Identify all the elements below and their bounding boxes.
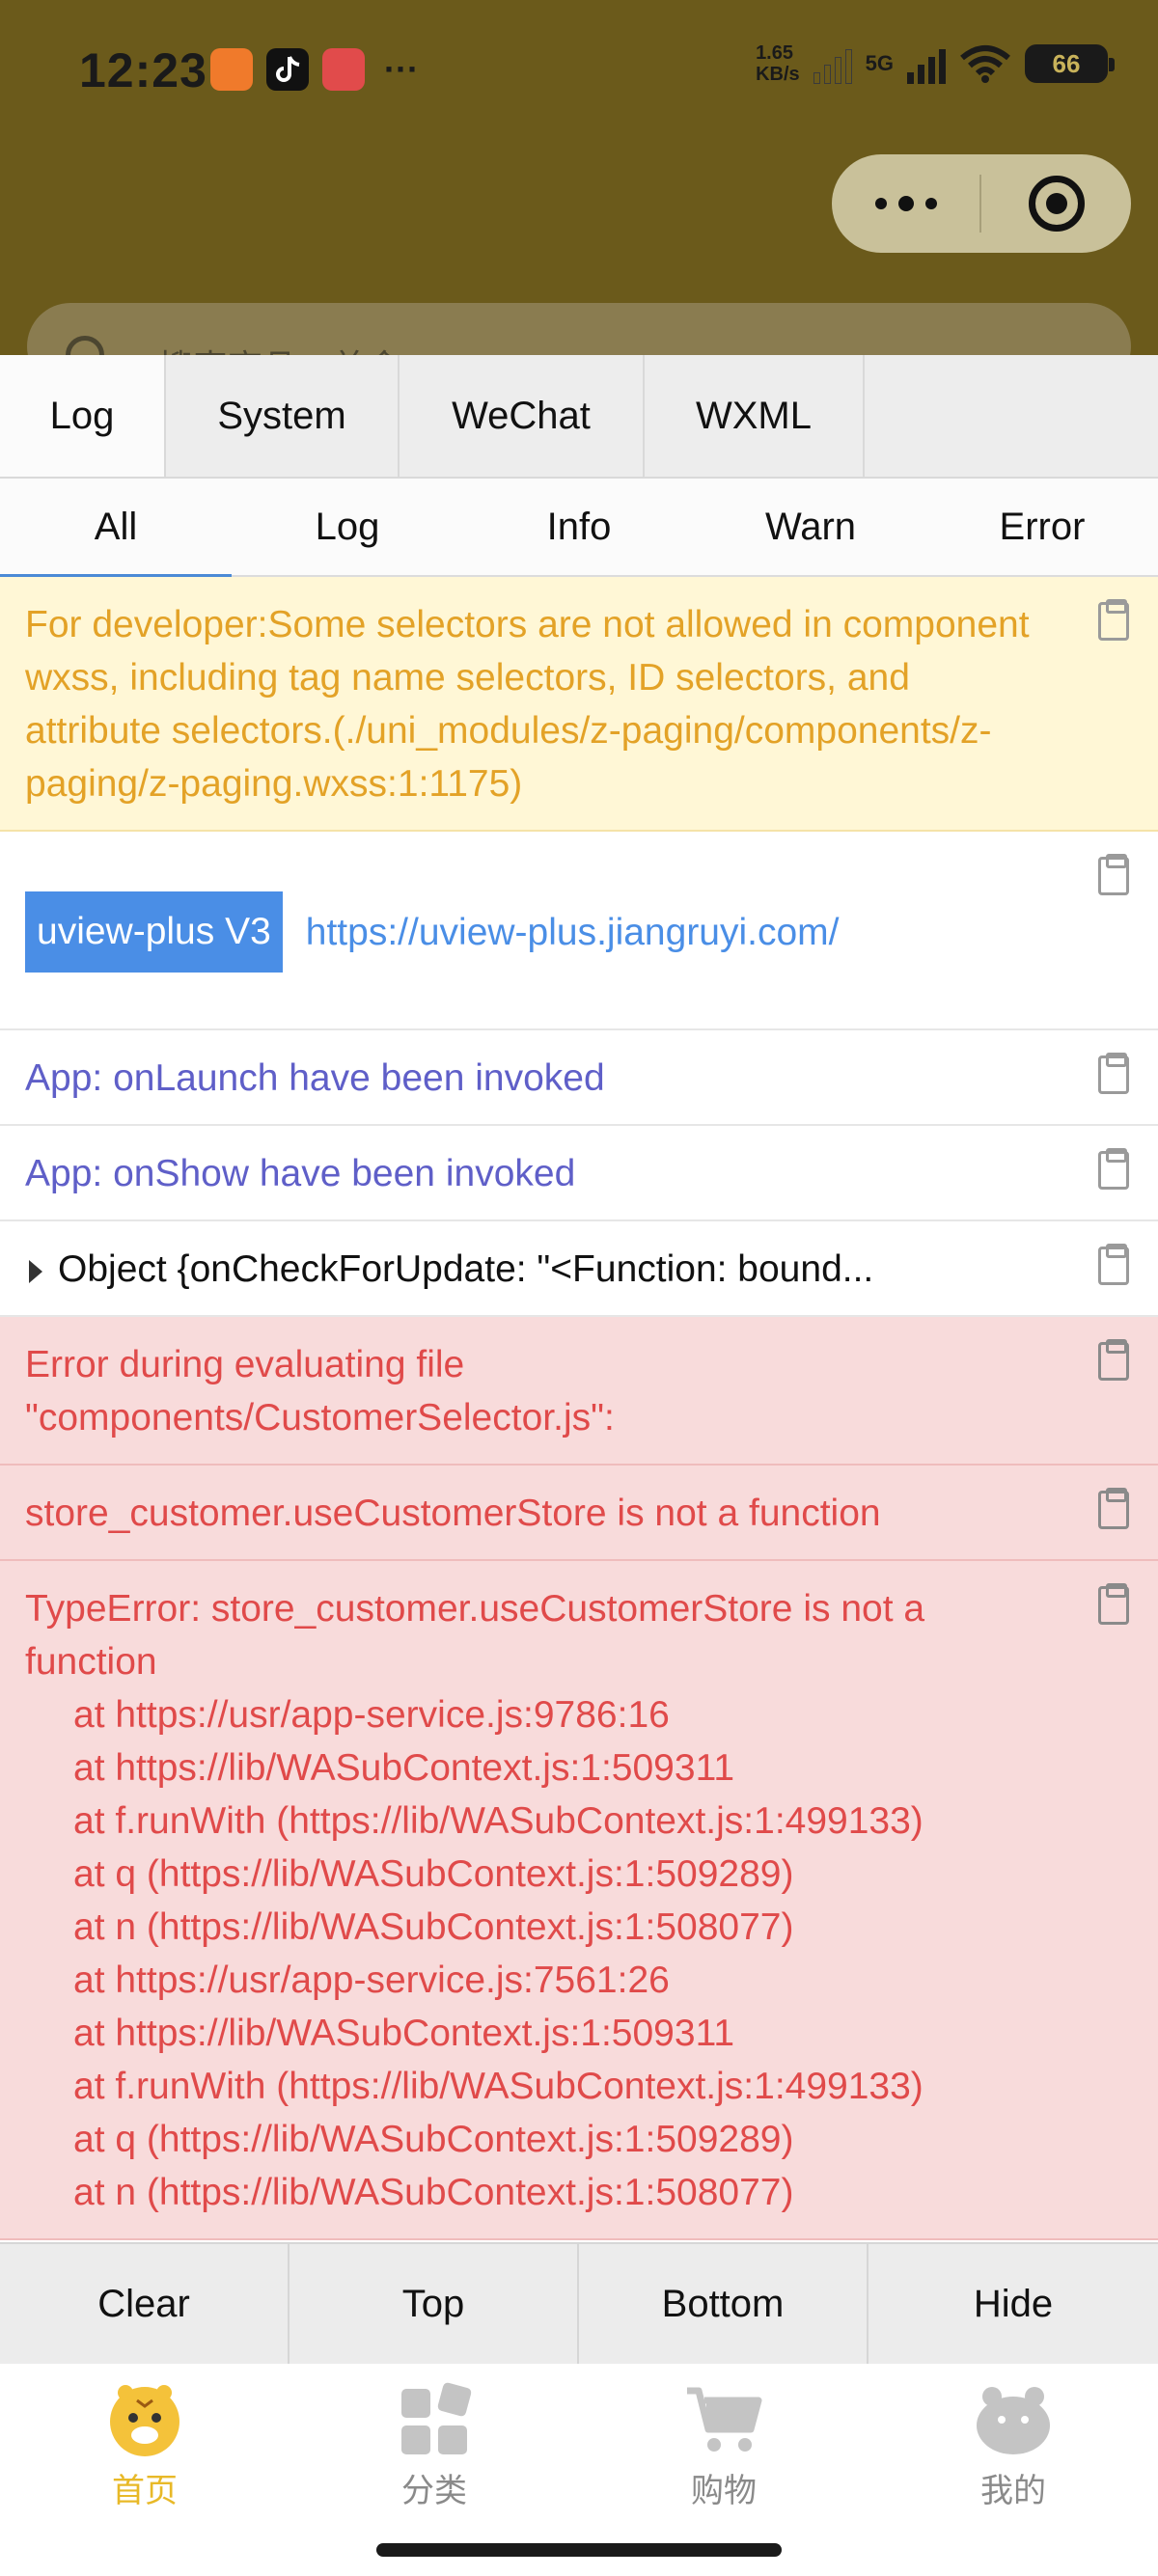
tabbar-item-profile[interactable]: 我的	[868, 2381, 1158, 2511]
log-filter-tabs: All Log Info Warn Error	[0, 479, 1158, 577]
filter-error[interactable]: Error	[926, 479, 1158, 575]
stack-line: at https://lib/WASubContext.js:1:509311	[73, 2013, 735, 2054]
tab-log[interactable]: Log	[0, 355, 166, 477]
tiktok-icon	[266, 48, 309, 91]
tabbar-label: 购物	[691, 2473, 757, 2509]
filter-log[interactable]: Log	[232, 479, 463, 575]
app-header: 12:23 ··· 1.65 KB/s 5G 66	[0, 0, 1158, 390]
more-notifications-icon: ···	[384, 49, 419, 89]
tab-wechat[interactable]: WeChat	[400, 355, 645, 477]
vconsole-tabs: Log System WeChat WXML	[0, 355, 1158, 479]
copy-icon[interactable]	[1098, 1244, 1129, 1285]
tabbar-item-shopping[interactable]: 购物	[579, 2381, 868, 2511]
log-message: TypeError: store_customer.useCustomerSto…	[25, 1588, 925, 1683]
filter-all[interactable]: All	[0, 479, 232, 577]
log-entry-error-stack: TypeError: store_customer.useCustomerSto…	[0, 1561, 1158, 2240]
expand-arrow-icon[interactable]	[29, 1259, 42, 1283]
category-grid-icon	[401, 2382, 472, 2454]
copy-icon[interactable]	[1098, 1488, 1129, 1529]
copy-icon[interactable]	[1098, 599, 1129, 641]
stack-line: at https://usr/app-service.js:7561:26	[73, 1959, 670, 2001]
vconsole-toolbar: Clear Top Bottom Hide	[0, 2242, 1158, 2364]
stack-line: at n (https://lib/WASubContext.js:1:5080…	[73, 2172, 794, 2213]
miniprogram-capsule	[832, 154, 1131, 253]
log-message: App: onShow have been invoked	[25, 1153, 576, 1194]
log-list[interactable]: For developer:Some selectors are not all…	[0, 577, 1158, 2242]
home-indicator[interactable]	[376, 2543, 782, 2557]
stack-line: at https://lib/WASubContext.js:1:509311	[73, 1747, 735, 1789]
tabbar-label: 我的	[980, 2473, 1046, 2509]
close-miniprogram-button[interactable]	[981, 176, 1131, 232]
taobao-icon	[210, 48, 253, 91]
shopping-cart-icon	[687, 2387, 762, 2452]
stack-line: at q (https://lib/WASubContext.js:1:5092…	[73, 2119, 794, 2160]
status-bar: 12:23 ··· 1.65 KB/s 5G 66	[0, 0, 1158, 140]
stack-line: at https://usr/app-service.js:9786:16	[73, 1694, 670, 1736]
filter-info[interactable]: Info	[463, 479, 695, 575]
log-message: Object {onCheckForUpdate: "<Function: bo…	[58, 1248, 874, 1290]
target-icon	[1028, 176, 1085, 232]
network-type: 5G	[865, 51, 894, 75]
log-entry-banner: uview-plus V3 https://uview-plus.jiangru…	[0, 832, 1158, 1030]
copy-icon[interactable]	[1098, 1583, 1129, 1625]
log-entry-error: Error during evaluating file "components…	[0, 1317, 1158, 1466]
log-entry-warn: For developer:Some selectors are not all…	[0, 577, 1158, 832]
uview-badge: uview-plus V3	[25, 891, 283, 973]
wifi-icon	[960, 45, 1010, 83]
stack-line: at f.runWith (https://lib/WASubContext.j…	[73, 2066, 924, 2107]
stack-line: at n (https://lib/WASubContext.js:1:5080…	[73, 1906, 794, 1948]
log-entry-error: store_customer.useCustomerStore is not a…	[0, 1466, 1158, 1561]
copy-icon[interactable]	[1098, 1339, 1129, 1381]
tabbar-item-home[interactable]: 首页	[0, 2381, 290, 2511]
log-message: For developer:Some selectors are not all…	[25, 604, 1030, 805]
status-time: 12:23	[79, 43, 207, 97]
more-menu-button[interactable]	[832, 154, 979, 253]
hide-button[interactable]: Hide	[868, 2244, 1158, 2364]
tab-system[interactable]: System	[166, 355, 400, 477]
bottom-button[interactable]: Bottom	[579, 2244, 868, 2364]
vconsole-panel: Log System WeChat WXML All Log Info Warn…	[0, 355, 1158, 2364]
status-indicators: 1.65 KB/s 5G 66	[756, 42, 1115, 85]
game-icon	[322, 48, 365, 91]
tabbar-label: 分类	[401, 2473, 467, 2509]
tabbar-item-category[interactable]: 分类	[290, 2381, 579, 2511]
copy-icon[interactable]	[1098, 1053, 1129, 1094]
top-button[interactable]: Top	[290, 2244, 579, 2364]
log-message: Error during evaluating file "components…	[25, 1344, 615, 1439]
log-entry-info: App: onShow have been invoked	[0, 1126, 1158, 1221]
log-entry-info: App: onLaunch have been invoked	[0, 1030, 1158, 1126]
filter-warn[interactable]: Warn	[695, 479, 926, 575]
profile-bear-icon	[977, 2387, 1050, 2454]
signal-sim2-icon	[907, 43, 946, 84]
copy-icon[interactable]	[1098, 854, 1129, 895]
net-speed: 1.65 KB/s	[756, 42, 800, 85]
log-entry-object[interactable]: Object {onCheckForUpdate: "<Function: bo…	[0, 1221, 1158, 1317]
stack-line: at f.runWith (https://lib/WASubContext.j…	[73, 1800, 924, 1842]
notification-icons: ···	[210, 48, 419, 91]
log-message: App: onLaunch have been invoked	[25, 1057, 605, 1099]
clear-button[interactable]: Clear	[0, 2244, 290, 2364]
tiger-mascot-icon	[110, 2385, 179, 2456]
uview-link[interactable]: https://uview-plus.jiangruyi.com/	[306, 906, 840, 959]
tabbar-label: 首页	[112, 2473, 178, 2509]
log-message: store_customer.useCustomerStore is not a…	[25, 1493, 881, 1534]
signal-sim1-icon	[813, 43, 852, 84]
tab-wxml[interactable]: WXML	[645, 355, 865, 477]
battery-indicator: 66	[1025, 44, 1115, 83]
stack-line: at q (https://lib/WASubContext.js:1:5092…	[73, 1853, 794, 1895]
copy-icon[interactable]	[1098, 1148, 1129, 1190]
